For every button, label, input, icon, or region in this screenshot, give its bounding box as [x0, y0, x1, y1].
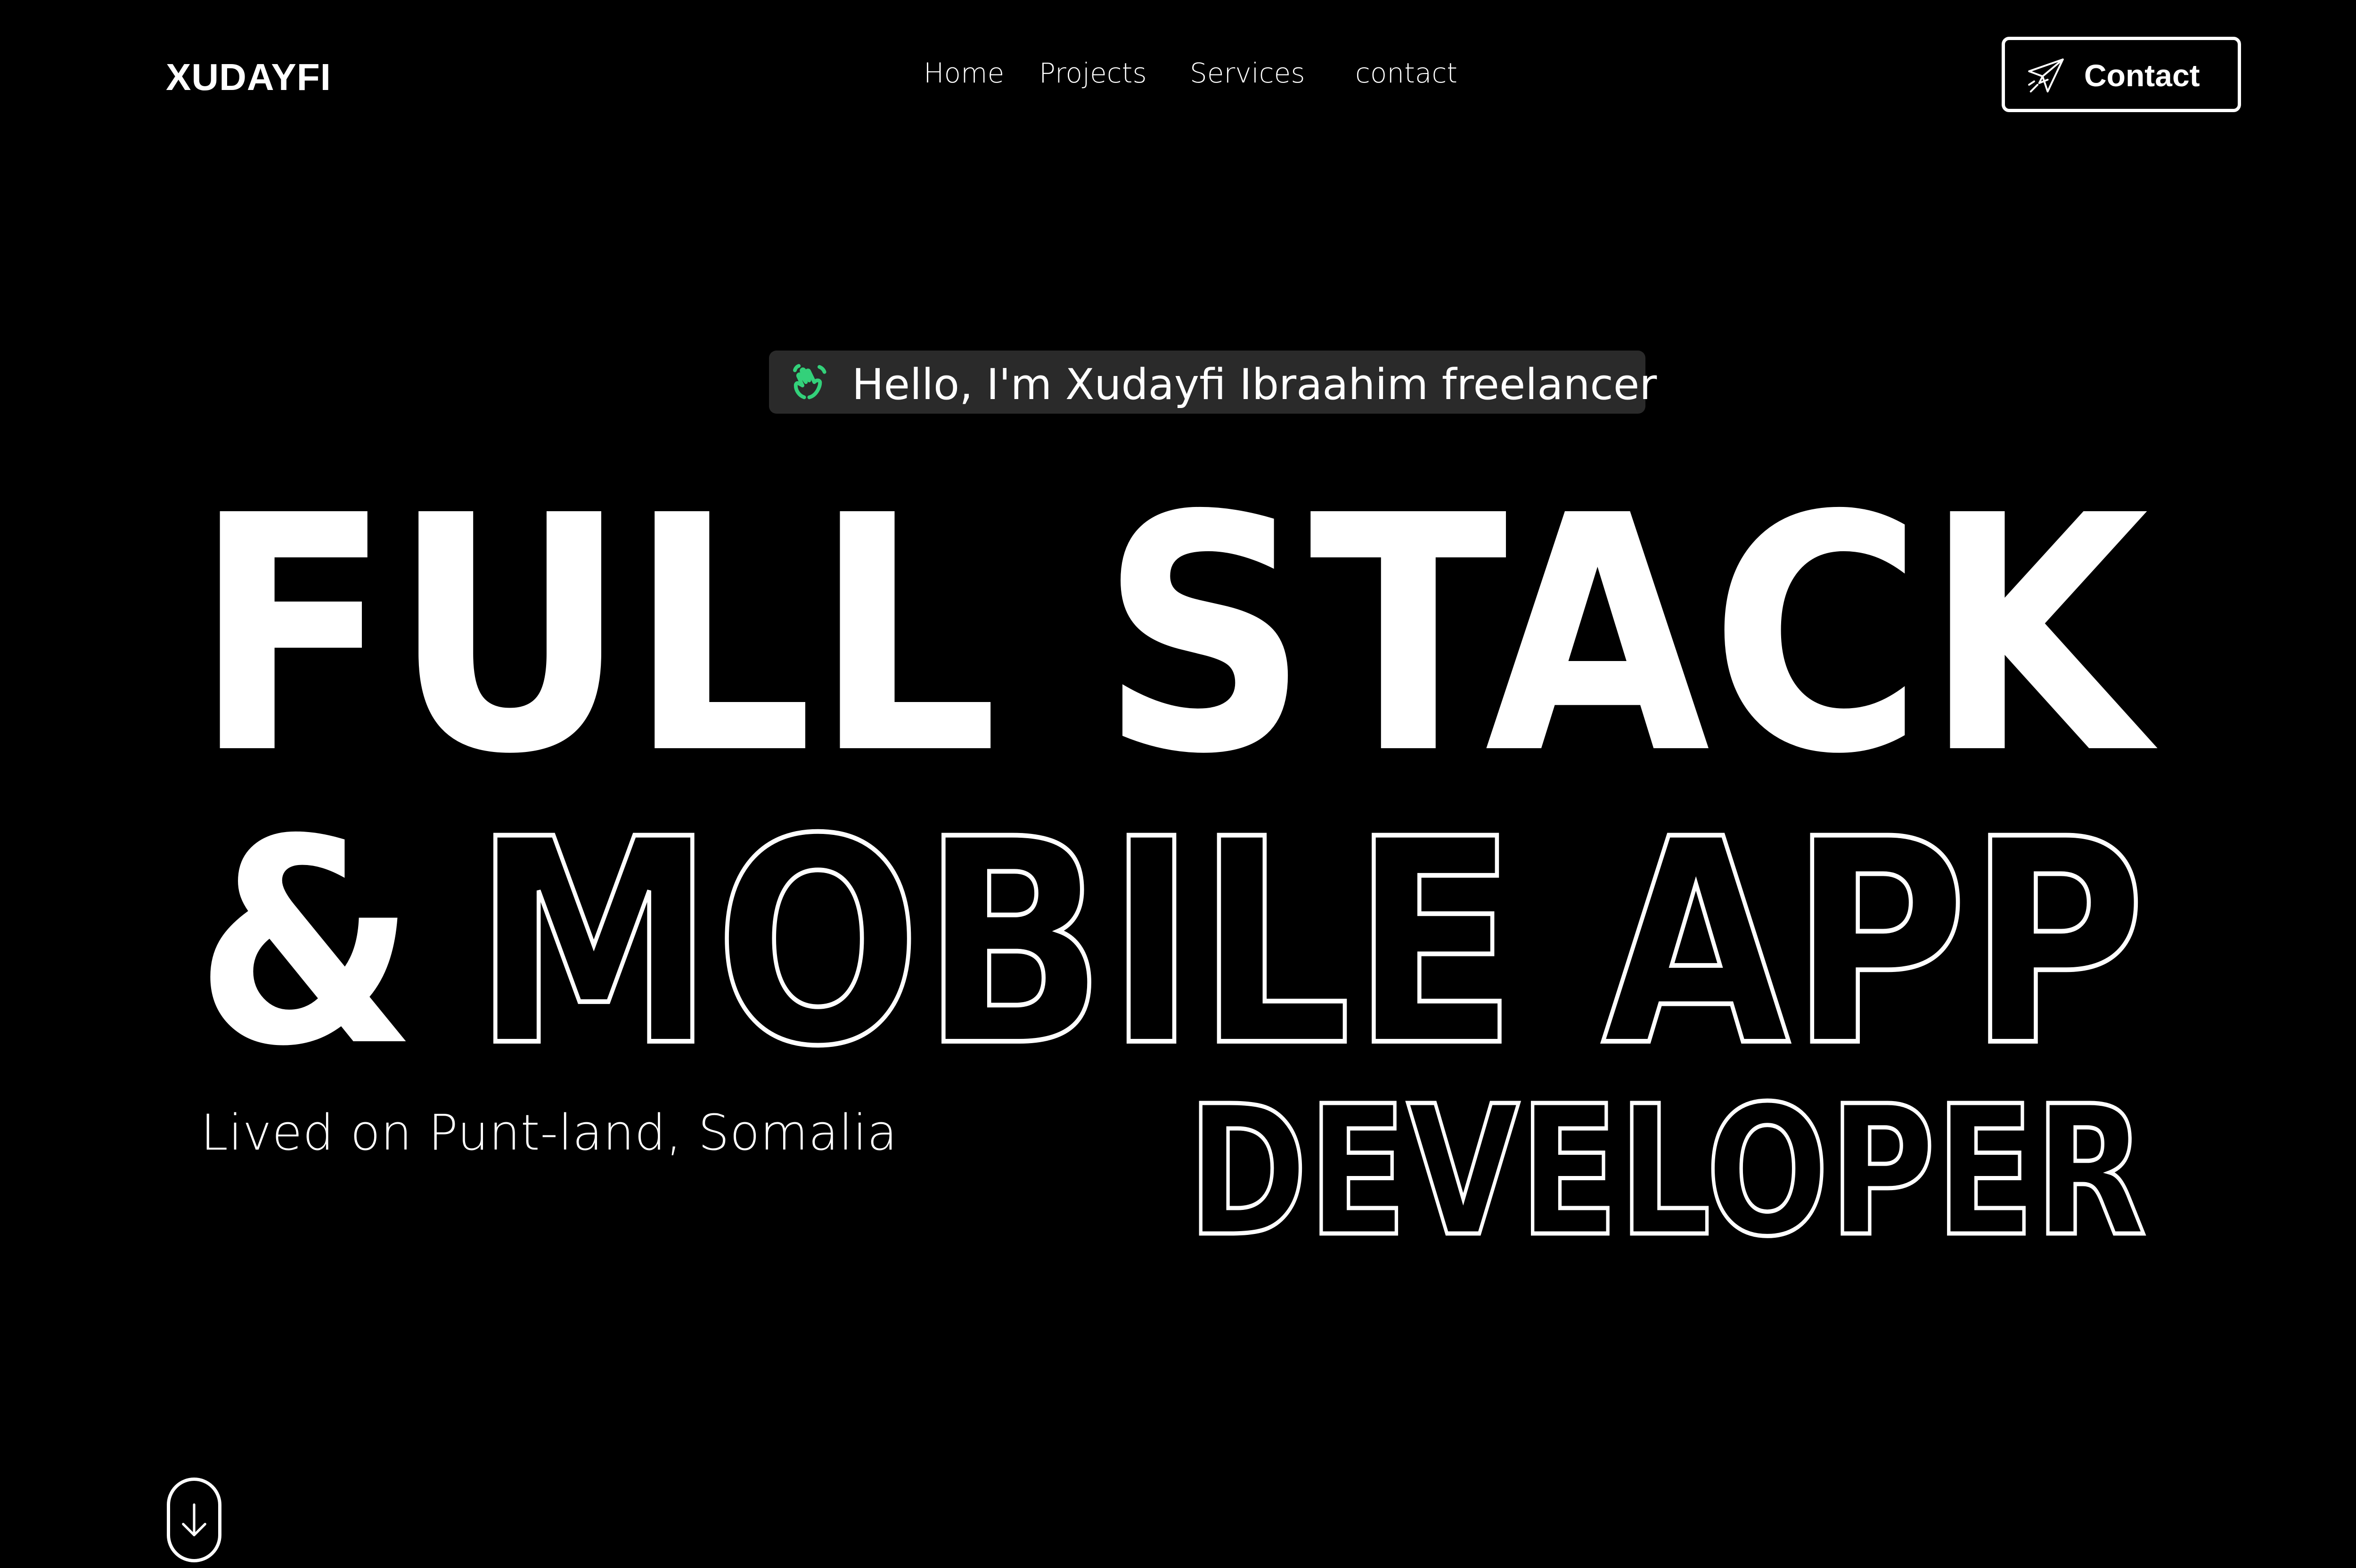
hero-headline: FULL STACK & MOBILE APP DEVELOPER: [193, 447, 2160, 1278]
headline-mobile-app: MOBILE APP: [473, 779, 2146, 1108]
headline-developer: DEVELOPER: [1187, 1067, 2146, 1276]
location-text: Lived on Punt-land, Somalia: [201, 1104, 898, 1161]
arrow-down-icon: [182, 1503, 206, 1536]
headline-ampersand: &: [195, 779, 417, 1108]
scroll-down-button[interactable]: [167, 1478, 221, 1562]
headline-full-stack: FULL STACK: [193, 447, 2160, 825]
